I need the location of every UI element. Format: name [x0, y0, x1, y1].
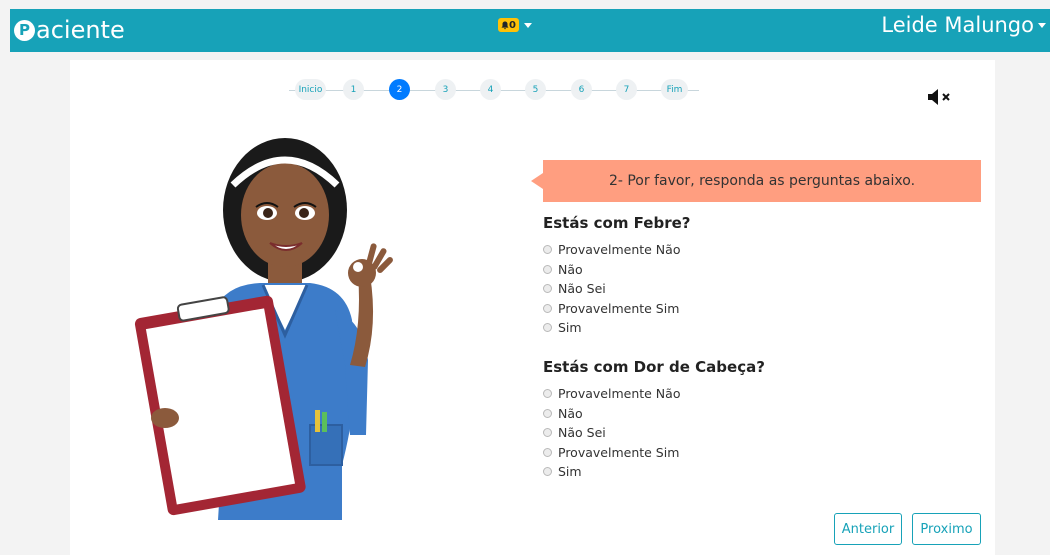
instruction-banner: 2- Por favor, responda as perguntas abai… [531, 160, 981, 202]
option-provavelmente-sim[interactable]: Provavelmente Sim [543, 299, 691, 319]
step-inicio[interactable]: Inicio [295, 79, 326, 100]
option-label: Não Sei [558, 281, 606, 297]
radio-button[interactable] [543, 323, 552, 333]
notification-badge: 0 [498, 18, 519, 32]
radio-button[interactable] [543, 245, 552, 255]
option-sim[interactable]: Sim [543, 462, 765, 482]
volume-mute-icon[interactable] [927, 88, 957, 106]
chevron-down-icon [1038, 22, 1046, 28]
option-label: Provavelmente Não [558, 386, 681, 402]
option-nao-sei[interactable]: Não Sei [543, 279, 691, 299]
next-button[interactable]: Proximo [912, 513, 981, 545]
step-3[interactable]: 3 [435, 79, 456, 100]
step-6[interactable]: 6 [571, 79, 592, 100]
question-title: Estás com Febre? [543, 214, 691, 232]
brand-text: aciente [36, 16, 125, 44]
radio-button[interactable] [543, 428, 552, 438]
option-label: Não [558, 405, 583, 421]
step-5[interactable]: 5 [525, 79, 546, 100]
option-nao[interactable]: Não [543, 404, 765, 424]
question-dor-de-cabeca: Estás com Dor de Cabeça? Provavelmente N… [543, 358, 765, 482]
question-febre: Estás com Febre? Provavelmente Não Não N… [543, 214, 691, 338]
progress-stepper: Inicio 1 2 3 4 5 6 7 Fim [289, 79, 699, 101]
radio-button[interactable] [543, 303, 552, 313]
option-label: Provavelmente Não [558, 242, 681, 258]
brand-logo[interactable]: P aciente [14, 12, 125, 48]
notification-count: 0 [509, 19, 516, 31]
chevron-down-icon [523, 22, 532, 28]
top-navbar: P aciente 0 Leide Malungo [10, 9, 1050, 52]
question-title: Estás com Dor de Cabeça? [543, 358, 765, 376]
radio-button[interactable] [543, 264, 552, 274]
notifications-dropdown[interactable]: 0 [498, 18, 532, 32]
bell-icon [501, 21, 509, 29]
step-1[interactable]: 1 [343, 79, 364, 100]
radio-button[interactable] [543, 389, 552, 399]
nurse-illustration [134, 138, 393, 520]
step-4[interactable]: 4 [480, 79, 501, 100]
radio-button[interactable] [543, 408, 552, 418]
option-label: Sim [558, 464, 582, 480]
option-provavelmente-sim[interactable]: Provavelmente Sim [543, 443, 765, 463]
option-nao-sei[interactable]: Não Sei [543, 423, 765, 443]
brand-letter: P [14, 19, 35, 41]
option-sim[interactable]: Sim [543, 318, 691, 338]
user-menu[interactable]: Leide Malungo [881, 13, 1046, 37]
step-2[interactable]: 2 [389, 79, 410, 100]
banner-text: 2- Por favor, responda as perguntas abai… [608, 173, 916, 189]
option-nao[interactable]: Não [543, 260, 691, 280]
user-name: Leide Malungo [881, 13, 1034, 37]
option-label: Sim [558, 320, 582, 336]
option-provavelmente-nao[interactable]: Provavelmente Não [543, 240, 691, 260]
option-provavelmente-nao[interactable]: Provavelmente Não [543, 384, 765, 404]
option-label: Não Sei [558, 425, 606, 441]
step-fim[interactable]: Fim [661, 79, 688, 100]
option-label: Provavelmente Sim [558, 444, 680, 460]
option-label: Provavelmente Sim [558, 300, 680, 316]
previous-button[interactable]: Anterior [834, 513, 902, 545]
option-label: Não [558, 261, 583, 277]
radio-button[interactable] [543, 467, 552, 477]
radio-button[interactable] [543, 447, 552, 457]
radio-button[interactable] [543, 284, 552, 294]
step-7[interactable]: 7 [616, 79, 637, 100]
